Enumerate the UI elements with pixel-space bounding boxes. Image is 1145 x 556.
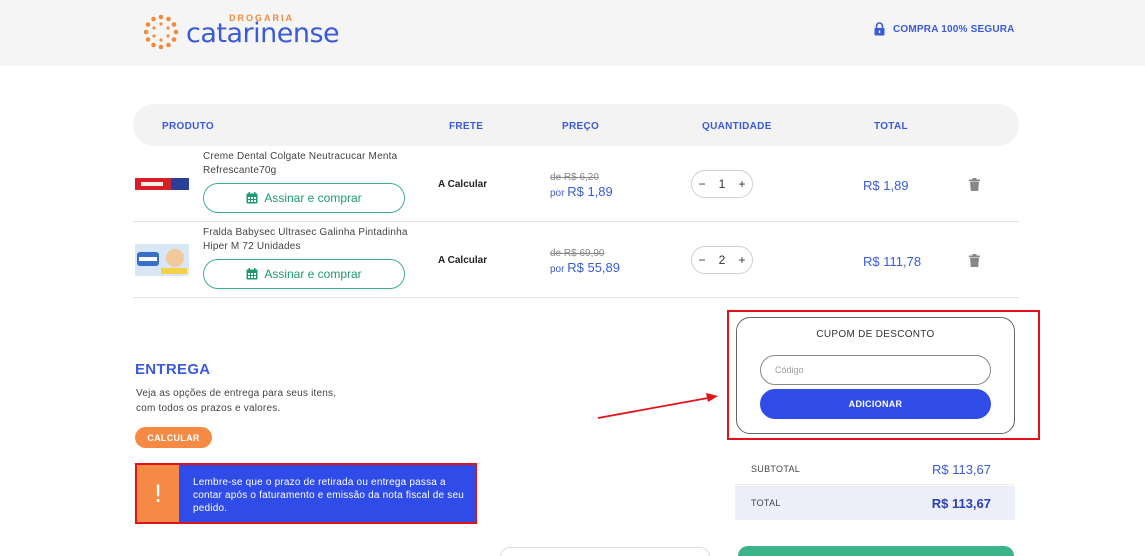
price-prefix: por xyxy=(550,264,565,275)
line-total: R$ 1,89 xyxy=(863,178,909,193)
price-value: R$ 1,89 xyxy=(567,184,613,199)
subscribe-buy-label: Assinar e comprar xyxy=(264,267,362,281)
logo[interactable]: DROGARIA catarinense xyxy=(143,12,353,52)
total-label: TOTAL xyxy=(751,498,781,508)
annotation-arrow-icon xyxy=(597,393,718,419)
trash-icon[interactable] xyxy=(969,254,980,267)
product-image-diaper[interactable] xyxy=(135,244,189,276)
column-price: PREÇO xyxy=(562,121,600,132)
coupon-title: CUPOM DE DESCONTO xyxy=(816,329,935,340)
delivery-notice: ! Lembre-se que o prazo de retirada ou e… xyxy=(135,463,477,524)
subscribe-buy-button[interactable]: Assinar e comprar xyxy=(203,183,405,213)
column-total: TOTAL xyxy=(874,121,908,132)
coupon-panel: CUPOM DE DESCONTO ADICIONAR xyxy=(736,317,1015,434)
product-name[interactable]: Creme Dental Colgate Neutracucar Menta R… xyxy=(203,150,413,178)
column-product: PRODUTO xyxy=(162,121,214,132)
logo-sunburst-icon xyxy=(143,14,179,50)
logo-name: catarinense xyxy=(186,18,340,49)
subtotal-value: R$ 113,67 xyxy=(931,462,991,477)
old-price: de R$ 6,20 xyxy=(550,172,599,183)
increase-quantity-button[interactable]: + xyxy=(735,177,749,191)
subtotal-label: SUBTOTAL xyxy=(751,464,801,474)
total-value: R$ 113,67 xyxy=(931,496,991,511)
secure-purchase-badge: COMPRA 100% SEGURA xyxy=(874,21,1015,37)
cart-row: Creme Dental Colgate Neutracucar Menta R… xyxy=(133,146,1019,222)
quantity-value[interactable]: 2 xyxy=(715,253,729,267)
subscribe-buy-button[interactable]: Assinar e comprar xyxy=(203,259,405,289)
quantity-value[interactable]: 1 xyxy=(715,177,729,191)
delivery-title: ENTREGA xyxy=(135,361,211,378)
delivery-notice-text: Lembre-se que o prazo de retirada ou ent… xyxy=(179,465,475,522)
secure-purchase-text: COMPRA 100% SEGURA xyxy=(893,23,1015,35)
subscribe-buy-label: Assinar e comprar xyxy=(264,191,362,205)
cart-row: Fralda Babysec Ultrasec Galinha Pintadin… xyxy=(133,222,1019,298)
cart-table-header: PRODUTO FRETE PREÇO QUANTIDADE TOTAL xyxy=(133,104,1019,146)
coupon-code-input[interactable] xyxy=(760,355,991,385)
trash-icon[interactable] xyxy=(969,178,980,191)
current-price: por R$ 1,89 xyxy=(550,184,613,199)
decrease-quantity-button[interactable]: − xyxy=(695,253,709,267)
increase-quantity-button[interactable]: + xyxy=(735,253,749,267)
total-row: TOTAL R$ 113,67 xyxy=(735,486,1015,520)
current-price: por R$ 55,89 xyxy=(550,260,620,275)
calculate-shipping-button[interactable]: CALCULAR xyxy=(135,427,212,448)
price-value: R$ 55,89 xyxy=(567,260,620,275)
subtotal-row: SUBTOTAL R$ 113,67 xyxy=(735,452,1015,485)
line-total: R$ 111,78 xyxy=(863,254,922,269)
quantity-stepper: − 1 + xyxy=(691,170,753,198)
add-coupon-button[interactable]: ADICIONAR xyxy=(760,389,991,419)
continue-shopping-button[interactable] xyxy=(500,547,710,556)
product-name[interactable]: Fralda Babysec Ultrasec Galinha Pintadin… xyxy=(203,226,413,254)
checkout-button[interactable] xyxy=(738,546,1014,556)
price-prefix: por xyxy=(550,188,565,199)
old-price: de R$ 69,90 xyxy=(550,248,605,259)
calendar-icon xyxy=(246,192,258,204)
calendar-icon xyxy=(246,268,258,280)
column-shipping: FRETE xyxy=(449,121,484,132)
product-image-toothpaste[interactable] xyxy=(135,176,189,192)
delivery-description: Veja as opções de entrega para seus iten… xyxy=(136,388,337,414)
lock-icon xyxy=(874,22,885,36)
column-quantity: QUANTIDADE xyxy=(702,121,772,132)
header: DROGARIA catarinense COMPRA 100% SEGURA xyxy=(0,0,1145,66)
shipping-value: A Calcular xyxy=(438,179,488,190)
shipping-value: A Calcular xyxy=(438,255,488,266)
exclamation-icon: ! xyxy=(137,465,179,522)
decrease-quantity-button[interactable]: − xyxy=(695,177,709,191)
quantity-stepper: − 2 + xyxy=(691,246,753,274)
